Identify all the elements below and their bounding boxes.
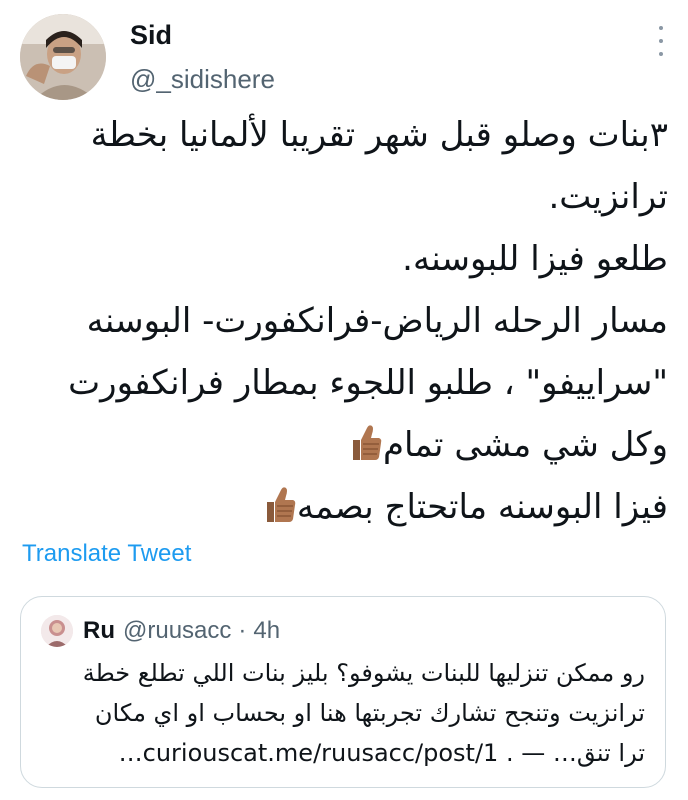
separator-dot: · [238, 617, 247, 644]
tweet-line: وكل شي مشى تمام [382, 425, 668, 465]
quoted-tweet-header: Ru @ruusacc · 4h [41, 613, 280, 649]
quoted-line: رو ممكن تنزليها للبنات يشوفو؟ بليز بنات … [82, 659, 645, 687]
quoted-tweet-text: رو ممكن تنزليها للبنات يشوفو؟ بليز بنات … [39, 653, 645, 773]
more-options-icon[interactable] [652, 26, 670, 56]
author-avatar[interactable] [20, 14, 106, 100]
quoted-line: ترانزيت وتنجح تشارك تجربتها هنا او بحساب… [94, 699, 645, 727]
author-handle[interactable]: @_sidishere [130, 64, 275, 95]
quoted-author-avatar[interactable] [41, 615, 73, 647]
tweet-line: طلعو فيزا للبوسنه. [402, 239, 668, 279]
thumbs-up-icon [352, 425, 382, 460]
tweet-line: فيزا البوسنه ماتحتاج بصمه [296, 487, 668, 527]
quoted-author-name[interactable]: Ru [83, 617, 115, 645]
tweet-line-with-emoji: فيزا البوسنه ماتحتاج بصمه [20, 476, 668, 538]
quoted-tweet-card[interactable]: Ru @ruusacc · 4h رو ممكن تنزليها للبنات … [20, 596, 666, 788]
tweet-line: "سراييفو" ، طلبو اللجوء بمطار فرانكفورت [68, 363, 668, 403]
quoted-line: ترا تنق… — . curiouscat.me/ruusacc/post/… [118, 739, 645, 767]
author-name[interactable]: Sid [130, 20, 172, 51]
tweet-header: Sid @_sidishere [20, 14, 670, 104]
quoted-author-handle[interactable]: @ruusacc [123, 617, 231, 645]
tweet-line: مسار الرحله الرياض-فرانكفورت- البوسنه [86, 301, 668, 341]
tweet-line-with-emoji: وكل شي مشى تمام [20, 414, 668, 476]
tweet-line: ٣بنات وصلو قبل شهر تقريبا لألمانيا بخطة [90, 115, 668, 155]
tweet-text: ٣بنات وصلو قبل شهر تقريبا لألمانيا بخطة … [20, 104, 668, 538]
quoted-timestamp[interactable]: 4h [253, 617, 280, 645]
thumbs-up-icon [266, 487, 296, 522]
translate-tweet-link[interactable]: Translate Tweet [22, 540, 191, 568]
tweet-line: ترانزيت. [548, 177, 668, 217]
